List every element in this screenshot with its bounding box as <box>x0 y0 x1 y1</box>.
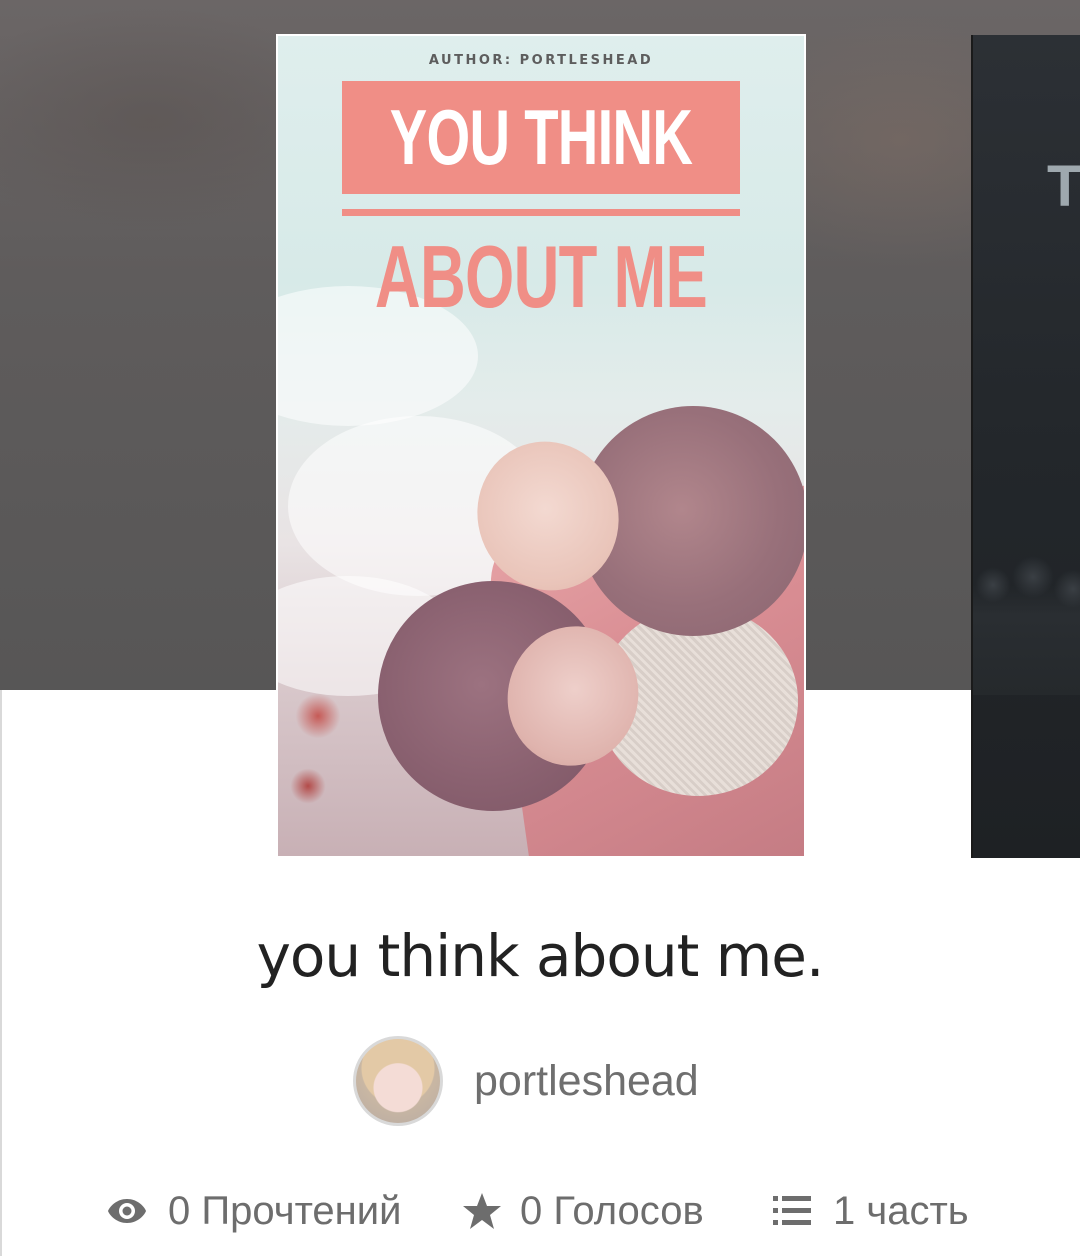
story-title: you think about me. <box>256 922 825 990</box>
cover-art-roses <box>278 676 368 826</box>
reads-count: 0 Прочтений <box>168 1188 402 1233</box>
story-stats: 0 Прочтений 0 Голосов 1 часть <box>0 1183 1080 1239</box>
story-details-page: T AUTHOR: PORTLESHEAD YOU THINK ABOUT ME… <box>0 0 1080 1256</box>
stat-votes: 0 Голосов <box>462 1183 704 1239</box>
cover-title-box: YOU THINK <box>342 81 740 194</box>
cover-title-rule <box>342 209 740 216</box>
votes-count: 0 Голосов <box>520 1188 704 1233</box>
parts-count: 1 часть <box>833 1188 969 1233</box>
list-icon <box>773 1196 811 1225</box>
star-icon <box>463 1193 501 1229</box>
author-link[interactable]: portleshead <box>353 1035 699 1127</box>
next-story-cover[interactable]: T <box>971 35 1080 858</box>
cover-title-line1: YOU THINK <box>389 93 693 181</box>
next-cover-title: T <box>1047 154 1080 219</box>
story-cover[interactable]: AUTHOR: PORTLESHEAD YOU THINK ABOUT ME <box>276 34 806 858</box>
stat-reads: 0 Прочтений <box>106 1183 401 1239</box>
cover-author-line: AUTHOR: PORTLESHEAD <box>428 53 654 68</box>
next-cover-artwork <box>973 555 1080 695</box>
author-name[interactable]: portleshead <box>474 1057 699 1106</box>
cover-title-line2: ABOUT ME <box>374 227 708 326</box>
stat-parts[interactable]: 1 часть <box>773 1183 969 1239</box>
eye-icon <box>108 1199 146 1223</box>
author-avatar[interactable] <box>353 1036 443 1126</box>
